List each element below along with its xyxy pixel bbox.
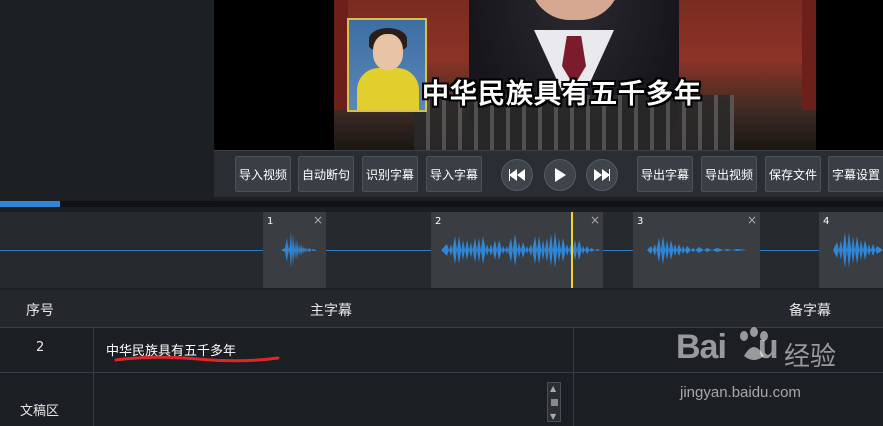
curtain-right <box>802 0 816 110</box>
watermark-url: jingyan.baidu.com <box>680 384 801 401</box>
segment-number: 1 <box>267 216 274 227</box>
toolbar: 导入视频 自动断句 识别字幕 导入字幕 导出字幕 导出视频 保存文件 字幕设置 <box>214 150 883 197</box>
fast-forward-icon <box>594 169 610 181</box>
inset-presenter-face <box>373 34 403 70</box>
draft-area-label: 文稿区 <box>20 404 60 419</box>
baidu-jingyan-watermark: Bai u 经验 jingyan.baidu.com <box>676 326 876 406</box>
previous-button[interactable] <box>501 159 533 191</box>
video-subtitle-caption: 中华民族具有五千多年 <box>422 79 702 110</box>
import-video-button[interactable]: 导入视频 <box>235 156 291 192</box>
video-frame: 中华民族具有五千多年 <box>334 0 816 150</box>
import-subtitle-button[interactable]: 导入字幕 <box>426 156 482 192</box>
row-index-cell: 2 <box>36 340 45 355</box>
column-divider <box>573 328 574 426</box>
close-icon[interactable]: × <box>313 213 323 227</box>
subtitle-segment[interactable]: 3 × <box>633 212 760 288</box>
watermark-cn-text: 经验 <box>784 342 837 372</box>
inset-presenter-body <box>357 68 419 110</box>
auto-split-button[interactable]: 自动断句 <box>298 156 354 192</box>
play-icon <box>555 168 566 182</box>
playback-progress-bar[interactable] <box>0 201 883 207</box>
column-header-main-subtitle: 主字幕 <box>310 303 352 319</box>
close-icon[interactable]: × <box>747 213 757 227</box>
recognize-subtitle-button[interactable]: 识别字幕 <box>362 156 418 192</box>
draft-scroll-control[interactable]: ▲ ▼ <box>547 382 561 422</box>
curtain-left <box>334 0 348 110</box>
waveform-shape <box>441 232 601 268</box>
audio-waveform-timeline[interactable]: 1 × 2 × 3 × 4 <box>0 212 883 288</box>
playhead-marker[interactable] <box>571 212 573 288</box>
subtitle-segment[interactable]: 4 <box>819 212 883 288</box>
next-button[interactable] <box>586 159 618 191</box>
column-header-index: 序号 <box>26 303 54 319</box>
subtitle-segment[interactable]: 2 × <box>431 212 603 288</box>
column-header-secondary-subtitle: 备字幕 <box>789 303 831 319</box>
waveform-shape <box>281 232 321 268</box>
waveform-shape <box>833 232 883 268</box>
waveform-shape <box>647 236 757 264</box>
close-icon[interactable]: × <box>590 213 600 227</box>
red-annotation-underline <box>114 355 280 363</box>
playback-progress-fill <box>0 201 61 207</box>
scroll-thumb[interactable] <box>551 399 558 406</box>
video-preview[interactable]: 中华民族具有五千多年 <box>214 0 883 150</box>
export-video-button[interactable]: 导出视频 <box>701 156 757 192</box>
save-file-button[interactable]: 保存文件 <box>765 156 821 192</box>
export-subtitle-button[interactable]: 导出字幕 <box>637 156 693 192</box>
scroll-up-icon[interactable]: ▲ <box>550 385 556 393</box>
column-divider <box>93 328 94 426</box>
segment-number: 4 <box>823 216 830 227</box>
rewind-icon <box>509 169 525 181</box>
paw-logo-icon <box>740 327 768 360</box>
scroll-down-icon[interactable]: ▼ <box>550 413 556 421</box>
segment-number: 3 <box>637 216 644 227</box>
play-button[interactable] <box>544 159 576 191</box>
left-panel <box>0 0 214 201</box>
subtitle-segment[interactable]: 1 × <box>263 212 326 288</box>
subtitle-settings-button[interactable]: 字幕设置 <box>828 156 883 192</box>
table-header: 序号 主字幕 备字幕 <box>0 290 883 328</box>
sign-language-inset <box>347 18 427 112</box>
